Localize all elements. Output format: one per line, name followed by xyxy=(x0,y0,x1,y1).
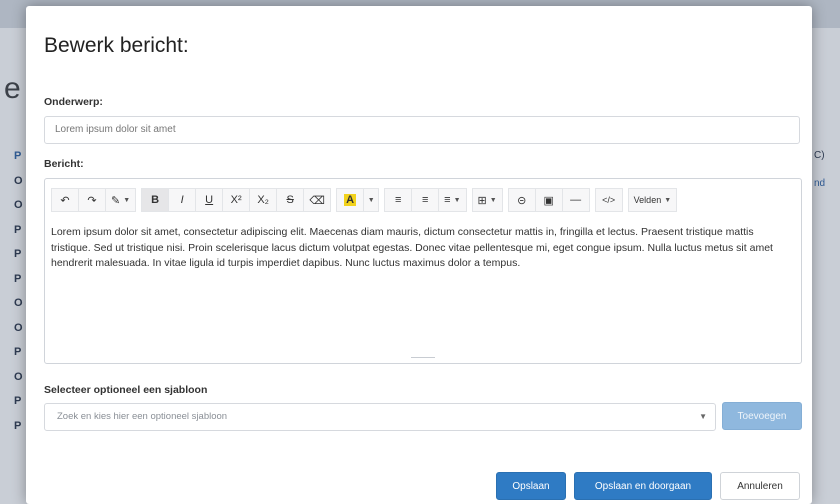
magic-format-button[interactable]: ✎ ▼ xyxy=(105,188,137,212)
undo-icon: ↶ xyxy=(60,194,70,207)
subscript-icon: X₂ xyxy=(257,194,269,206)
strikethrough-button[interactable]: S xyxy=(276,188,305,212)
horizontal-rule-button[interactable]: — xyxy=(561,188,590,212)
template-select[interactable]: Zoek en kies hier een optioneel sjabloon… xyxy=(44,403,716,431)
modal-title: Bewerk bericht: xyxy=(44,34,189,57)
subject-input[interactable]: Lorem ipsum dolor sit amet xyxy=(44,116,800,144)
background-right-column: C) nd xyxy=(808,150,840,206)
message-label: Bericht: xyxy=(44,158,84,170)
paragraph-align-button[interactable]: ≡ ▼ xyxy=(438,188,467,212)
template-placeholder: Zoek en kies hier een optioneel sjabloon xyxy=(57,411,228,422)
chevron-down-icon: ▼ xyxy=(489,196,497,204)
editor-toolbar: ↶ ↷ ✎ ▼ B I U X² X₂ S ⌫ A ▼ ≡ ≡ ≡ ▼ ⊞ ▼ … xyxy=(51,187,682,213)
clear-format-button[interactable]: ⌫ xyxy=(303,188,332,212)
code-icon: </> xyxy=(602,195,616,205)
subject-label: Onderwerp: xyxy=(44,96,103,108)
ordered-list-icon: ≡ xyxy=(421,194,429,206)
superscript-button[interactable]: X² xyxy=(222,188,251,212)
highlight-icon: A xyxy=(344,194,357,206)
background-right-fragment: C) xyxy=(814,150,825,161)
image-button[interactable]: ▣ xyxy=(534,188,563,212)
background-right-fragment: nd xyxy=(814,178,826,189)
background-heading: e xyxy=(4,72,21,105)
superscript-icon: X² xyxy=(230,194,242,206)
fields-label: Velden xyxy=(633,195,662,205)
chevron-down-icon: ▼ xyxy=(123,196,131,204)
link-icon: ⊝ xyxy=(517,194,527,207)
save-button[interactable]: Opslaan xyxy=(496,472,566,500)
chevron-down-icon: ▼ xyxy=(453,196,461,204)
align-icon: ≡ xyxy=(444,194,451,206)
horizontal-rule-icon: — xyxy=(570,194,582,206)
unordered-list-icon: ≡ xyxy=(394,194,402,206)
chevron-down-icon: ▼ xyxy=(664,196,672,204)
save-and-continue-button[interactable]: Opslaan en doorgaan xyxy=(574,472,712,500)
edit-message-modal: Bewerk bericht: Onderwerp: Lorem ipsum d… xyxy=(26,6,812,504)
unordered-list-button[interactable]: ≡ xyxy=(384,188,413,212)
fields-dropdown-button[interactable]: Velden ▼ xyxy=(627,188,678,212)
color-dropdown-button[interactable]: ▼ xyxy=(363,188,380,212)
highlight-color-button[interactable]: A xyxy=(336,188,365,212)
chevron-down-icon: ▼ xyxy=(699,412,707,421)
editor-resize-handle[interactable] xyxy=(411,357,435,364)
underline-button[interactable]: U xyxy=(195,188,224,212)
subscript-button[interactable]: X₂ xyxy=(249,188,278,212)
redo-button[interactable]: ↷ xyxy=(78,188,106,212)
underline-icon: U xyxy=(205,194,214,206)
chevron-down-icon: ▼ xyxy=(367,196,375,204)
redo-icon: ↷ xyxy=(87,194,97,207)
magic-wand-icon: ✎ xyxy=(111,194,121,207)
add-template-button[interactable]: Toevoegen xyxy=(722,402,802,430)
table-icon: ⊞ xyxy=(477,194,487,207)
link-button[interactable]: ⊝ xyxy=(507,188,536,212)
image-icon: ▣ xyxy=(543,194,554,207)
message-editor: ↶ ↷ ✎ ▼ B I U X² X₂ S ⌫ A ▼ ≡ ≡ ≡ ▼ ⊞ ▼ … xyxy=(44,178,802,364)
bold-icon: B xyxy=(151,194,160,206)
ordered-list-button[interactable]: ≡ xyxy=(411,188,440,212)
italic-icon: I xyxy=(180,194,184,206)
cancel-button[interactable]: Annuleren xyxy=(720,472,800,500)
strikethrough-icon: S xyxy=(286,194,294,206)
template-label: Selecteer optioneel een sjabloon xyxy=(44,384,208,396)
undo-button[interactable]: ↶ xyxy=(51,188,79,212)
bold-button[interactable]: B xyxy=(141,188,170,212)
message-body[interactable]: Lorem ipsum dolor sit amet, consectetur … xyxy=(51,225,793,272)
table-button[interactable]: ⊞ ▼ xyxy=(471,188,503,212)
italic-button[interactable]: I xyxy=(168,188,197,212)
eraser-icon: ⌫ xyxy=(309,194,325,207)
code-view-button[interactable]: </> xyxy=(594,188,623,212)
